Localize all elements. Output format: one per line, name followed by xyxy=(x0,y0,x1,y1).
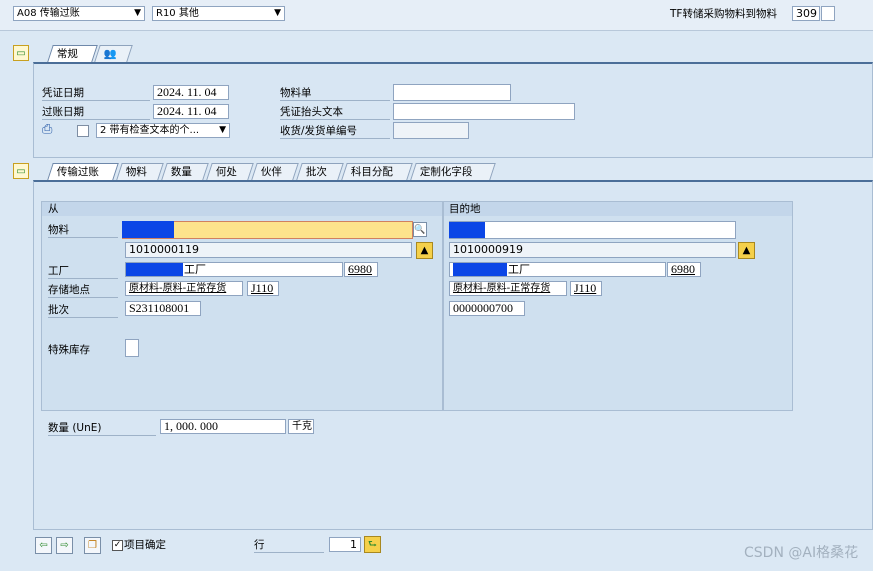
plant-label: 工厂 xyxy=(48,264,118,279)
to-plant-redaction xyxy=(453,263,507,276)
previous-item-icon[interactable]: ⇦ xyxy=(35,537,52,554)
header-text-field[interactable] xyxy=(393,103,575,120)
goods-receipt-label: 收货/发货单编号 xyxy=(280,124,390,139)
header-text-label: 凭证抬头文本 xyxy=(280,105,390,120)
tab-quantity[interactable]: 数量 xyxy=(161,163,209,180)
tab-custom-fields[interactable]: 定制化字段 xyxy=(410,163,496,180)
to-plant-name: 工厂 xyxy=(449,262,666,277)
batch-label: 批次 xyxy=(48,303,118,318)
from-plant-name: 工厂 xyxy=(125,262,343,277)
to-batch-field[interactable]: 0000000700 xyxy=(449,301,525,316)
print-option-select[interactable]: 2 带有检查文本的个... ▼ xyxy=(96,123,230,138)
storage-location-label: 存储地点 xyxy=(48,283,118,298)
movement-type-label: TF转储采购物料到物料 xyxy=(670,8,777,20)
to-title: 目的地 xyxy=(449,203,481,215)
doc-date-field[interactable]: 2024. 11. 04 xyxy=(153,85,229,100)
line-field[interactable]: 1 xyxy=(329,537,361,552)
from-sloc-code[interactable]: J110 xyxy=(247,281,279,296)
print-checkbox[interactable] xyxy=(77,125,89,137)
tab-account-assignment[interactable]: 科目分配 xyxy=(341,163,413,180)
tab-partner-item[interactable]: 伙伴 xyxy=(251,163,299,180)
from-material-redaction xyxy=(122,221,174,238)
to-plant-code[interactable]: 6980 xyxy=(667,262,701,277)
to-material-number: 1010000919 xyxy=(449,242,736,258)
tab-partner[interactable]: 👥 xyxy=(94,45,133,62)
people-icon: 👥 xyxy=(103,48,117,60)
from-material-number: 1010000119 xyxy=(125,242,412,258)
from-title-bar xyxy=(42,202,442,216)
tab-batch[interactable]: 批次 xyxy=(296,163,344,180)
to-material-field[interactable] xyxy=(449,221,736,239)
from-plant-code[interactable]: 6980 xyxy=(344,262,378,277)
item-ok-label: 项目确定 xyxy=(124,539,166,551)
chevron-down-icon: ▼ xyxy=(274,8,281,18)
to-material-image-icon[interactable]: ▲ xyxy=(738,242,755,259)
action-select-value: A08 传输过账 xyxy=(17,8,80,19)
material-slip-field[interactable] xyxy=(393,84,511,101)
to-material-redaction xyxy=(449,222,485,238)
special-stock-field[interactable] xyxy=(125,339,139,357)
collapse-header-icon[interactable]: ▭ xyxy=(13,45,29,61)
line-label: 行 xyxy=(254,538,324,553)
goods-receipt-field[interactable] xyxy=(393,122,469,139)
chevron-down-icon: ▼ xyxy=(134,8,141,18)
to-plant-name-text: 工厂 xyxy=(508,263,530,276)
watermark: CSDN @AI格桑花 xyxy=(744,545,859,561)
chevron-down-icon: ▼ xyxy=(219,125,226,135)
from-plant-name-text: 工厂 xyxy=(184,263,206,276)
tab-general[interactable]: 常规 xyxy=(47,45,98,62)
tab-transfer-posting[interactable]: 传输过账 xyxy=(47,163,119,180)
material-label: 物料 xyxy=(48,223,118,238)
from-plant-redaction xyxy=(126,263,183,276)
movement-type-field[interactable]: 309 xyxy=(792,6,820,21)
from-batch-field[interactable]: S231108001 xyxy=(125,301,201,316)
to-title-bar xyxy=(444,202,792,216)
to-sloc-name: 原材料-原料-正常存货 xyxy=(449,281,567,296)
special-stock-label: 特殊库存 xyxy=(48,344,90,356)
collapse-item-icon[interactable]: ▭ xyxy=(13,163,29,179)
from-title: 从 xyxy=(48,203,59,215)
tab-where[interactable]: 何处 xyxy=(206,163,254,180)
print-option-value: 2 带有检查文本的个... xyxy=(100,125,200,136)
printer-icon[interactable]: ⎙ xyxy=(42,123,56,136)
movement-type-extra-field[interactable] xyxy=(821,6,835,21)
from-sloc-name: 原材料-原料-正常存货 xyxy=(125,281,243,296)
action-select[interactable]: A08 传输过账 ▼ xyxy=(13,6,145,21)
post-date-label: 过账日期 xyxy=(42,105,150,120)
item-ok-checkbox[interactable]: ✓ xyxy=(112,540,123,551)
to-sloc-code[interactable]: J110 xyxy=(570,281,602,296)
from-material-image-icon[interactable]: ▲ xyxy=(416,242,433,259)
search-icon[interactable]: 🔍 xyxy=(413,222,427,237)
movement-select-value: R10 其他 xyxy=(156,8,199,19)
quantity-field[interactable]: 1, 000. 000 xyxy=(160,419,286,434)
material-slip-label: 物料单 xyxy=(280,86,390,101)
quantity-unit[interactable]: 千克 xyxy=(288,419,314,434)
post-date-field[interactable]: 2024. 11. 04 xyxy=(153,104,229,119)
quantity-label: 数量 (UnE) xyxy=(48,421,156,436)
next-item-icon[interactable]: ⇨ xyxy=(56,537,73,554)
copy-item-icon[interactable]: ❐ xyxy=(84,537,101,554)
go-to-line-icon[interactable]: ⮑ xyxy=(364,536,381,553)
tab-material[interactable]: 物料 xyxy=(116,163,164,180)
movement-select[interactable]: R10 其他 ▼ xyxy=(152,6,285,21)
doc-date-label: 凭证日期 xyxy=(42,86,150,101)
